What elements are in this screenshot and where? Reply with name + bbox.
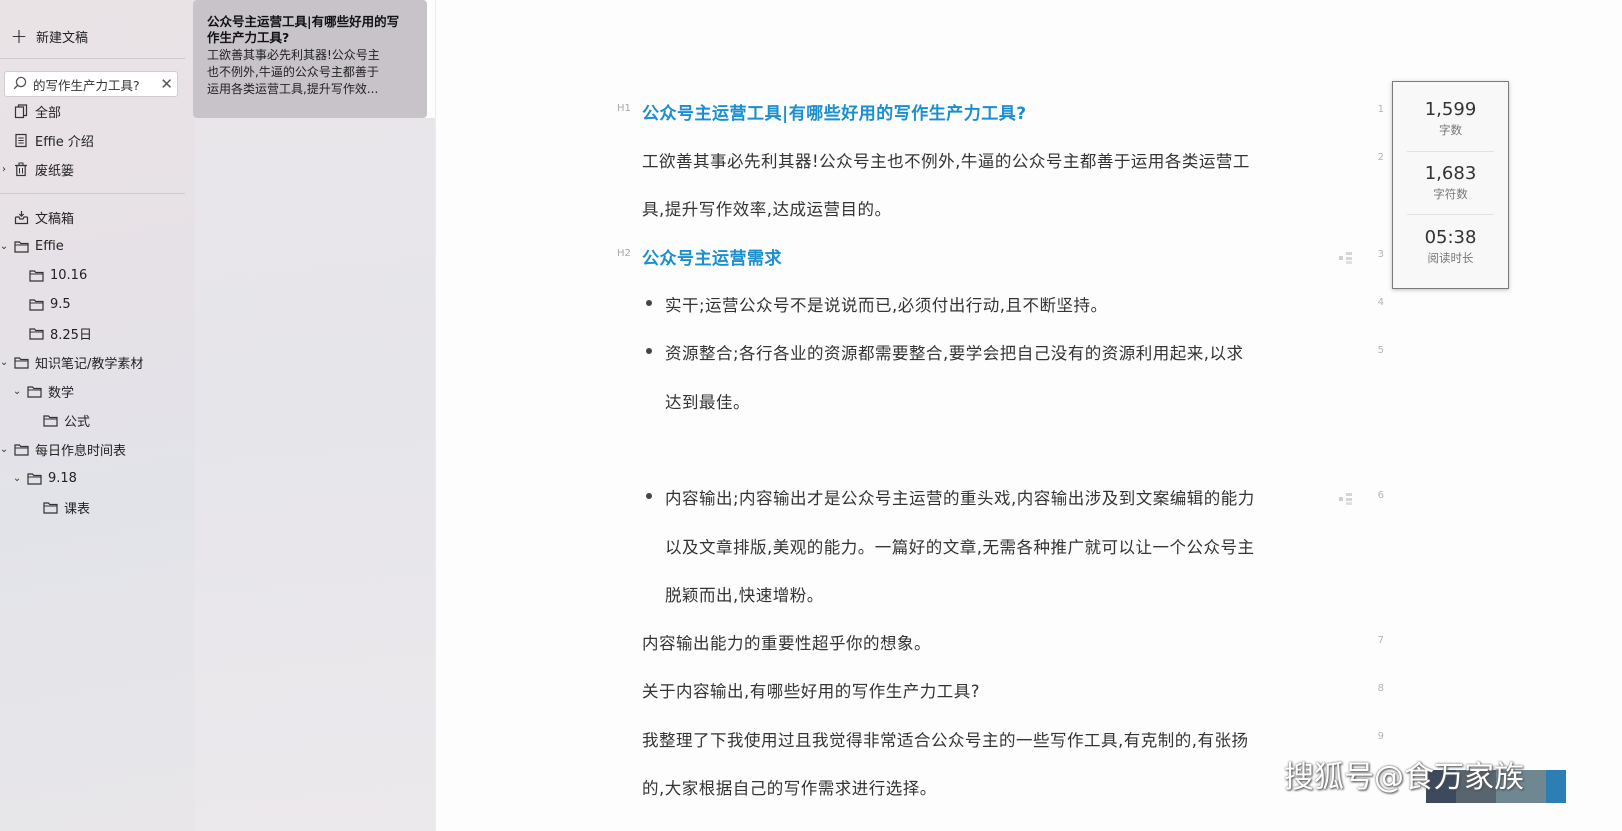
search-result-card[interactable]: 公众号主运营工具|有哪些好用的写 作生产力工具? 工欲善其事必先利其器!公众号主… xyxy=(193,0,427,118)
block-handle-icon[interactable] xyxy=(1339,490,1353,509)
divider xyxy=(1407,151,1494,152)
stat-value: 1,599 xyxy=(1424,99,1477,120)
sidebar-item-effie-intro[interactable]: Effie 介绍 xyxy=(13,129,94,151)
line-number: 5 xyxy=(1377,345,1384,356)
new-document-button[interactable]: + 新建文稿 xyxy=(10,24,88,48)
search-box[interactable]: ✕ xyxy=(4,71,178,97)
heading-level-tag: H2 xyxy=(617,248,631,259)
bullet-dot xyxy=(646,348,652,354)
sidebar-item-trash[interactable]: › 废纸篓 xyxy=(0,158,74,180)
list-item-line[interactable]: 资源整合;各行各业的资源都需要整合,要学会把自己没有的资源利用起来,以求 xyxy=(665,340,1244,364)
folder-icon xyxy=(28,325,44,341)
paragraph-line[interactable]: 关于内容输出,有哪些好用的写作生产力工具? xyxy=(642,678,980,702)
document-title[interactable]: 公众号主运营工具|有哪些好用的写作生产力工具? xyxy=(642,99,1027,124)
folder-icon xyxy=(26,383,42,399)
folder-icon xyxy=(28,267,44,283)
sidebar-item-all[interactable]: 全部 xyxy=(13,100,61,122)
list-item-line[interactable]: 内容输出;内容输出才是公众号主运营的重头戏,内容输出涉及到文案编辑的能力 xyxy=(665,485,1255,509)
document-list-background xyxy=(195,118,435,831)
search-icon xyxy=(13,75,27,94)
result-snippet-line: 工欲善其事必先利其器!公众号主 xyxy=(207,48,380,62)
sidebar-folder-9-18[interactable]: ⌄ 9.18 xyxy=(13,467,77,489)
folder-icon xyxy=(42,412,58,428)
sidebar-item-inbox[interactable]: 文稿箱 xyxy=(13,206,74,228)
chevron-down-icon[interactable]: ⌄ xyxy=(0,444,8,455)
stat-words: 1,599 字数 xyxy=(1393,99,1508,138)
result-snippet-line: 也不例外,牛逼的公众号主都善于 xyxy=(207,65,379,79)
search-input[interactable] xyxy=(31,75,159,93)
line-number: 8 xyxy=(1377,683,1384,694)
sidebar: + 新建文稿 ✕ 全部 Effie 介绍 › 废纸篓 文稿箱 xyxy=(0,0,195,831)
line-number: 6 xyxy=(1377,490,1384,501)
stat-label: 字符数 xyxy=(1433,187,1468,201)
sidebar-folder-8-25[interactable]: 8.25日 xyxy=(28,322,92,344)
sidebar-folder-daily-schedule[interactable]: ⌄ 每日作息时间表 xyxy=(0,438,126,460)
inbox-icon xyxy=(13,209,29,225)
folder-icon xyxy=(26,470,42,486)
line-number: 4 xyxy=(1377,297,1384,308)
list-item-line[interactable]: 达到最佳。 xyxy=(665,389,750,413)
divider xyxy=(0,58,185,59)
heading-level-tag: H1 xyxy=(617,103,631,114)
stat-value: 05:38 xyxy=(1424,227,1477,248)
sidebar-folder-math[interactable]: ⌄ 数学 xyxy=(13,380,74,402)
paragraph-line[interactable]: 内容输出能力的重要性超乎你的想象。 xyxy=(642,630,931,654)
trash-icon xyxy=(13,161,29,177)
sidebar-folder-timetable[interactable]: 课表 xyxy=(42,496,90,518)
stat-characters: 1,683 字符数 xyxy=(1393,163,1508,202)
word-count-popover: 1,599 字数 1,683 字符数 05:38 阅读时长 xyxy=(1392,81,1509,289)
paragraph-line[interactable]: 具,提升写作效率,达成运营目的。 xyxy=(642,196,892,220)
chevron-down-icon[interactable]: ⌄ xyxy=(13,473,21,484)
result-title-line: 作生产力工具? xyxy=(207,30,290,45)
list-item-line[interactable]: 实干;运营公众号不是说说而已,必须付出行动,且不断坚持。 xyxy=(665,292,1108,316)
sidebar-folder-effie[interactable]: ⌄ Effie xyxy=(0,235,64,257)
stat-label: 阅读时长 xyxy=(1427,251,1474,265)
list-item-line[interactable]: 脱颖而出,快速增粉。 xyxy=(665,582,824,606)
stat-label: 字数 xyxy=(1439,123,1462,137)
sidebar-folder-notes[interactable]: ⌄ 知识笔记/教学素材 xyxy=(0,351,143,373)
plus-icon: + xyxy=(10,24,28,48)
watermark-text: 搜狐号@食万家族 xyxy=(1284,760,1524,795)
folder-icon xyxy=(42,499,58,515)
sidebar-folder-formula[interactable]: 公式 xyxy=(42,409,90,431)
divider xyxy=(1407,214,1494,215)
folder-icon xyxy=(28,296,44,312)
chevron-right-icon[interactable]: › xyxy=(0,164,8,175)
sidebar-folder-10-16[interactable]: 10.16 xyxy=(28,264,87,286)
paragraph-line[interactable]: 我整理了下我使用过且我觉得非常适合公众号主的一些写作工具,有克制的,有张扬 xyxy=(642,727,1249,751)
bullet-dot xyxy=(646,493,652,499)
folder-icon xyxy=(13,354,29,370)
close-icon[interactable]: ✕ xyxy=(160,75,173,93)
chevron-down-icon[interactable]: ⌄ xyxy=(0,357,8,368)
documents-icon xyxy=(13,103,29,119)
section-heading[interactable]: 公众号主运营需求 xyxy=(642,244,782,269)
chevron-down-icon[interactable]: ⌄ xyxy=(13,386,21,397)
sidebar-folder-9-5[interactable]: 9.5 xyxy=(28,293,71,315)
paragraph-line[interactable]: 工欲善其事必先利其器!公众号主也不例外,牛逼的公众号主都善于运用各类运营工 xyxy=(642,148,1250,172)
folder-icon xyxy=(13,441,29,457)
line-number: 7 xyxy=(1377,635,1384,646)
line-number: 1 xyxy=(1377,104,1384,115)
stat-value: 1,683 xyxy=(1424,163,1477,184)
folder-icon xyxy=(13,238,29,254)
divider xyxy=(0,193,185,194)
stat-reading-time: 05:38 阅读时长 xyxy=(1393,227,1508,266)
block-handle-icon[interactable] xyxy=(1339,249,1353,268)
bullet-dot xyxy=(646,300,652,306)
list-item-line[interactable]: 以及文章排版,美观的能力。一篇好的文章,无需各种推广就可以让一个公众号主 xyxy=(665,534,1255,558)
chevron-down-icon[interactable]: ⌄ xyxy=(0,241,8,252)
result-snippet-line: 运用各类运营工具,提升写作效... xyxy=(207,82,379,96)
paragraph-line[interactable]: 的,大家根据自己的写作需求进行选择。 xyxy=(642,775,937,799)
result-title-line: 公众号主运营工具|有哪些好用的写 xyxy=(207,14,400,29)
line-number: 9 xyxy=(1377,731,1384,742)
line-number: 2 xyxy=(1377,152,1384,163)
document-icon xyxy=(13,132,29,148)
line-number: 3 xyxy=(1377,249,1384,260)
new-document-label: 新建文稿 xyxy=(36,30,89,46)
